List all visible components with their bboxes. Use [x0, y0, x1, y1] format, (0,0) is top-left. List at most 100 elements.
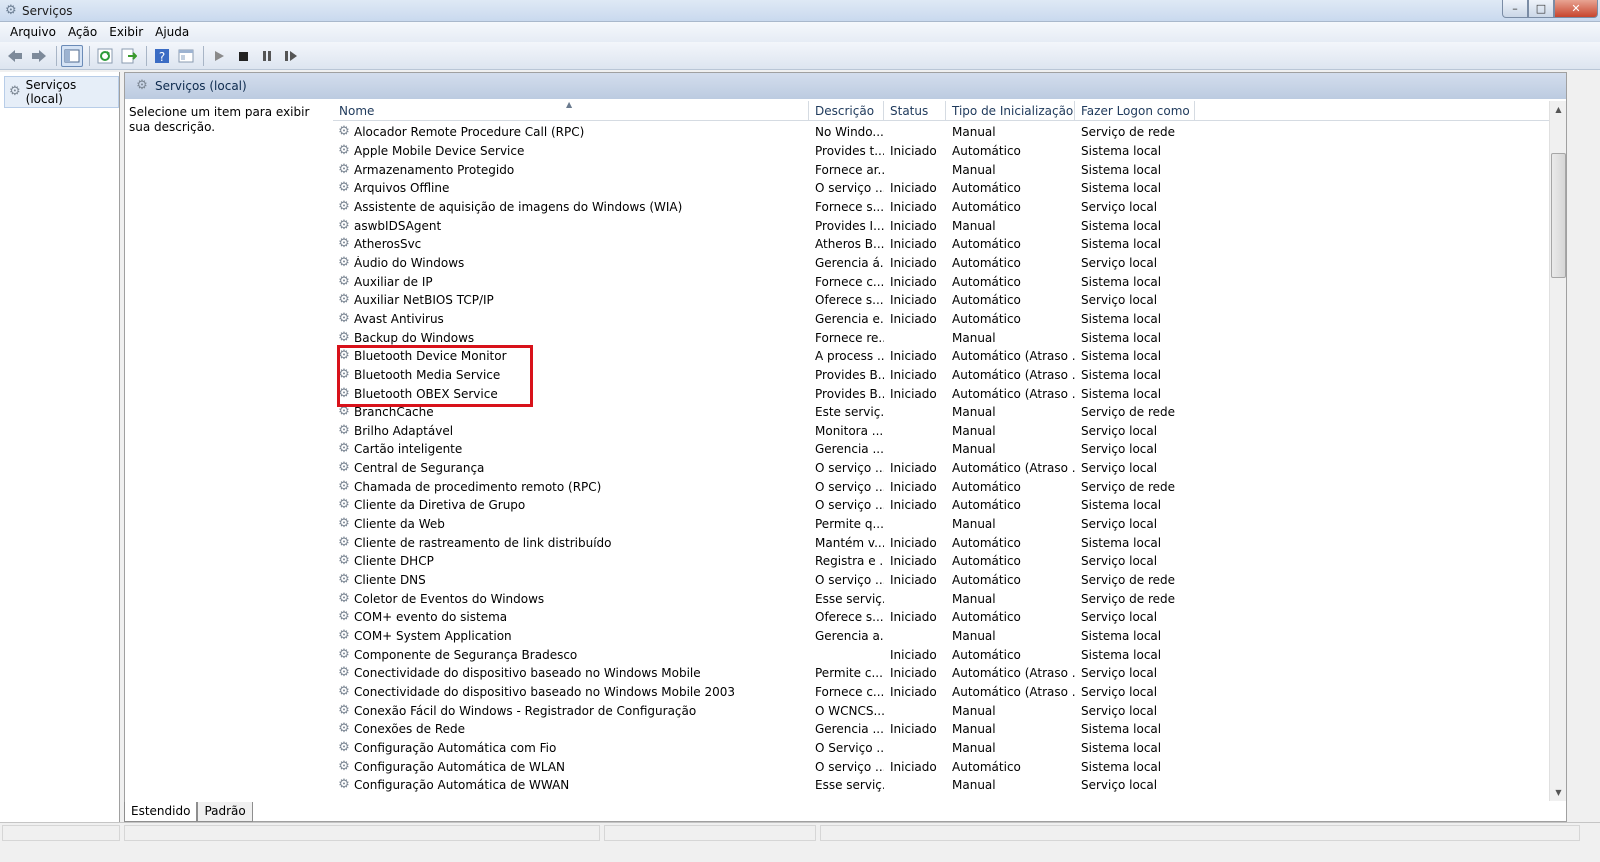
service-logon-as: Serviço local	[1081, 517, 1158, 532]
service-row[interactable]: ⚙ Conexão Fácil do Windows - Registrador …	[333, 701, 1566, 720]
service-row[interactable]: ⚙ Brilho Adaptável Monitora ... Manual Servi…	[333, 422, 1566, 441]
service-row[interactable]: ⚙ Coletor de Eventos do Windows Esse servi…	[333, 589, 1566, 608]
column-nome[interactable]: Nome ▲	[333, 101, 809, 121]
gear-icon: ⚙	[338, 554, 350, 569]
service-row[interactable]: ⚙ Cliente de rastreamento de link distrib…	[333, 533, 1566, 552]
service-name-cell: ⚙ Coletor de Eventos do Windows	[333, 592, 809, 606]
tree-item-servicos-local[interactable]: ⚙ Serviços (local)	[4, 76, 119, 108]
service-row[interactable]: ⚙ aswbIDSAgent Provides I... Iniciado Manual…	[333, 216, 1566, 235]
service-startup-type: Manual	[952, 330, 996, 345]
column-descricao[interactable]: Descrição	[809, 101, 884, 121]
service-row[interactable]: ⚙ Alocador Remote Procedure Call (RPC) No …	[333, 123, 1566, 142]
service-row[interactable]: ⚙ Central de Segurança O serviço ... Inicia…	[333, 459, 1566, 478]
gear-icon: ⚙	[338, 591, 350, 606]
pause-service-icon[interactable]	[256, 45, 278, 67]
service-name: aswbIDSAgent	[354, 218, 442, 233]
service-row[interactable]: ⚙ Avast Antivirus Gerencia e... Iniciado Aut…	[333, 310, 1566, 329]
tab-estendido[interactable]: Estendido	[124, 802, 198, 822]
forward-arrow-icon[interactable]	[28, 45, 50, 67]
service-description: O serviço ...	[815, 181, 884, 196]
service-row[interactable]: ⚙ Configuração Automática com Fio O Serviç…	[333, 739, 1566, 758]
service-logon-as: Serviço local	[1081, 685, 1158, 700]
service-description: No Windo...	[815, 125, 884, 140]
service-name: Configuração Automática com Fio	[354, 740, 557, 755]
scroll-up-arrow-icon[interactable]: ▲	[1550, 101, 1567, 118]
gear-icon: ⚙	[338, 703, 350, 718]
refresh-icon[interactable]	[94, 45, 116, 67]
properties-icon[interactable]	[175, 45, 197, 67]
service-row[interactable]: ⚙ COM+ System Application Gerencia a... Man…	[333, 627, 1566, 646]
service-logon-as: Sistema local	[1081, 535, 1162, 550]
service-name-cell: ⚙ Armazenamento Protegido	[333, 163, 809, 177]
service-name: BranchCache	[354, 405, 434, 420]
tree-item-label: Serviços (local)	[25, 78, 77, 106]
service-name-cell: ⚙ Cliente DHCP	[333, 554, 809, 568]
service-row[interactable]: ⚙ Cliente da Diretiva de Grupo O serviço .…	[333, 496, 1566, 515]
service-logon-as: Sistema local	[1081, 274, 1162, 289]
show-hide-console-tree-icon[interactable]	[61, 44, 83, 67]
service-logon-as: Serviço local	[1081, 423, 1158, 438]
service-row[interactable]: ⚙ Cliente da Web Permite q... Manual Serviço…	[333, 515, 1566, 534]
service-row[interactable]: ⚙ Apple Mobile Device Service Provides t..…	[333, 142, 1566, 161]
service-description: O serviço ...	[815, 759, 884, 774]
service-row[interactable]: ⚙ Auxiliar de IP Fornece c... Iniciado Autom…	[333, 272, 1566, 291]
service-name: Auxiliar NetBIOS TCP/IP	[354, 293, 494, 308]
service-row[interactable]: ⚙ Auxiliar NetBIOS TCP/IP Oferece s... Inic…	[333, 291, 1566, 310]
menu-acao[interactable]: Ação	[62, 22, 103, 42]
service-row[interactable]: ⚙ Áudio do Windows Gerencia á... Iniciado Au…	[333, 254, 1566, 273]
service-name-cell: ⚙ AtherosSvc	[333, 237, 809, 251]
service-row[interactable]: ⚙ COM+ evento do sistema Oferece s... Inici…	[333, 608, 1566, 627]
restart-service-icon[interactable]	[280, 45, 302, 67]
service-name-cell: ⚙ Cliente DNS	[333, 573, 809, 587]
stop-service-icon[interactable]	[232, 45, 254, 67]
menu-bar: Arquivo Ação Exibir Ajuda	[0, 22, 1600, 42]
service-name-cell: ⚙ Brilho Adaptável	[333, 424, 809, 438]
service-row[interactable]: ⚙ Conexões de Rede Gerencia ... Iniciado Man…	[333, 720, 1566, 739]
service-row[interactable]: ⚙ Configuração Automática de WLAN O serviç…	[333, 757, 1566, 776]
column-status[interactable]: Status	[884, 101, 946, 121]
service-row[interactable]: ⚙ Cliente DNS O serviço ... Iniciado Automát…	[333, 571, 1566, 590]
service-description: Fornece s...	[815, 199, 884, 214]
service-status: Iniciado	[890, 367, 937, 382]
service-row[interactable]: ⚙ Conectividade do dispositivo baseado no…	[333, 664, 1566, 683]
service-row[interactable]: ⚙ Arquivos Offline O serviço ... Iniciado Au…	[333, 179, 1566, 198]
vertical-scrollbar[interactable]: ▲ ▼	[1549, 101, 1566, 801]
service-row[interactable]: ⚙ Conectividade do dispositivo baseado no…	[333, 683, 1566, 702]
maximize-button[interactable]: □	[1528, 0, 1554, 18]
service-row[interactable]: ⚙ Chamada de procedimento remoto (RPC) O s…	[333, 477, 1566, 496]
service-logon-as: Sistema local	[1081, 722, 1162, 737]
service-row[interactable]: ⚙ Configuração Automática de WWAN Esse ser…	[333, 776, 1566, 795]
help-icon[interactable]: ?	[151, 45, 173, 67]
service-row[interactable]: ⚙ Cartão inteligente Gerencia ... Manual Ser…	[333, 440, 1566, 459]
back-arrow-icon[interactable]	[4, 45, 26, 67]
service-startup-type: Automático	[952, 199, 1021, 214]
scroll-down-arrow-icon[interactable]: ▼	[1550, 784, 1567, 801]
service-startup-type: Manual	[952, 740, 996, 755]
service-name: Coletor de Eventos do Windows	[354, 591, 545, 606]
menu-arquivo[interactable]: Arquivo	[4, 22, 62, 42]
tab-padrao[interactable]: Padrão	[197, 802, 253, 822]
service-row[interactable]: ⚙ Componente de Segurança Bradesco Iniciad…	[333, 645, 1566, 664]
column-fazer-logon-como[interactable]: Fazer Logon como	[1075, 101, 1195, 121]
service-status: Iniciado	[890, 759, 937, 774]
service-startup-type: Automático (Atraso ...	[952, 367, 1075, 382]
service-row[interactable]: ⚙ Armazenamento Protegido Fornece ar... Man…	[333, 160, 1566, 179]
service-row[interactable]: ⚙ Assistente de aquisição de imagens do W…	[333, 198, 1566, 217]
start-service-icon[interactable]	[208, 45, 230, 67]
service-description: Gerencia e...	[815, 311, 884, 326]
gear-icon: ⚙	[8, 84, 21, 99]
scroll-thumb[interactable]	[1551, 153, 1566, 278]
menu-exibir[interactable]: Exibir	[103, 22, 149, 42]
menu-ajuda[interactable]: Ajuda	[149, 22, 195, 42]
close-button[interactable]: ✕	[1554, 0, 1598, 18]
gear-icon: ⚙	[338, 517, 350, 532]
export-list-icon[interactable]	[118, 45, 140, 67]
service-row[interactable]: ⚙ Cliente DHCP Registra e ... Iniciado Autom…	[333, 552, 1566, 571]
minimize-button[interactable]: –	[1502, 0, 1528, 18]
gear-icon: ⚙	[136, 78, 148, 93]
column-tipo-inicializacao[interactable]: Tipo de Inicialização	[946, 101, 1075, 121]
service-logon-as: Sistema local	[1081, 740, 1162, 755]
service-name: Avast Antivirus	[354, 311, 444, 326]
service-row[interactable]: ⚙ AtherosSvc Atheros B... Iniciado Automátic…	[333, 235, 1566, 254]
service-logon-as: Serviço local	[1081, 554, 1158, 569]
